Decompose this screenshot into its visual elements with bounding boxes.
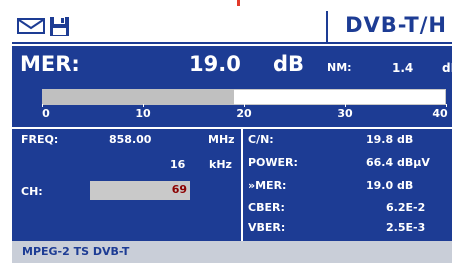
freq-label: FREQ:	[21, 133, 59, 146]
bar-tick-mark	[42, 104, 43, 107]
vber-label: VBER:	[248, 221, 286, 234]
channel-input[interactable]: 69	[90, 181, 190, 200]
channel-value: 69	[171, 183, 187, 196]
floppy-disk-icon[interactable]	[49, 16, 70, 37]
status-bar: MPEG-2 TS DVB-T	[12, 241, 452, 263]
vber-value: 2.5E-3	[386, 221, 426, 234]
nm-value: 1.4	[392, 61, 414, 75]
bar-tick-label: 30	[337, 107, 353, 120]
level-bar-fill	[42, 89, 234, 105]
separator-top	[12, 44, 452, 46]
cn-label: C/N:	[248, 133, 274, 146]
freq-unit: MHz	[208, 133, 235, 146]
separator-middle	[12, 127, 452, 129]
bar-tick-label: 40	[432, 107, 448, 120]
cn-value: 19.8 dB	[366, 133, 414, 146]
mer-label: MER:	[20, 52, 80, 76]
bar-tick-mark	[345, 104, 346, 107]
step-unit: kHz	[209, 158, 232, 171]
ch-label: CH:	[21, 185, 43, 198]
red-indicator-mark	[237, 0, 240, 6]
top-bar-divider	[326, 11, 328, 42]
top-bar: DVB-T/H	[12, 11, 452, 42]
mode-label: DVB-T/H	[345, 13, 447, 37]
bar-tick-mark	[143, 104, 144, 107]
cber-label: CBER:	[248, 201, 285, 214]
mer-unit: dB	[273, 52, 305, 76]
bar-tick-mark	[244, 104, 245, 107]
bar-tick-mark	[446, 104, 447, 107]
status-text: MPEG-2 TS DVB-T	[22, 245, 130, 258]
mer-secondary-label: »MER:	[248, 179, 287, 192]
mer-secondary-value: 19.0 dB	[366, 179, 414, 192]
nm-label: NM:	[327, 61, 352, 74]
step-value[interactable]: 16	[170, 158, 185, 171]
power-label: POWER:	[248, 156, 298, 169]
meter-screen: DVB-T/H MER: 19.0 dB NM: 1.4 dB 0 10 20 30 4…	[12, 11, 452, 263]
envelope-icon[interactable]	[16, 17, 46, 35]
nm-unit: dB	[442, 61, 452, 75]
cber-value: 6.2E-2	[386, 201, 426, 214]
bar-tick-label: 10	[135, 107, 151, 120]
panel-divider	[241, 129, 243, 241]
power-value: 66.4 dBµV	[366, 156, 430, 169]
mer-value: 19.0	[189, 52, 241, 76]
freq-value[interactable]: 858.00	[109, 133, 151, 146]
bar-tick-label: 0	[42, 107, 50, 120]
bar-tick-label: 20	[236, 107, 252, 120]
